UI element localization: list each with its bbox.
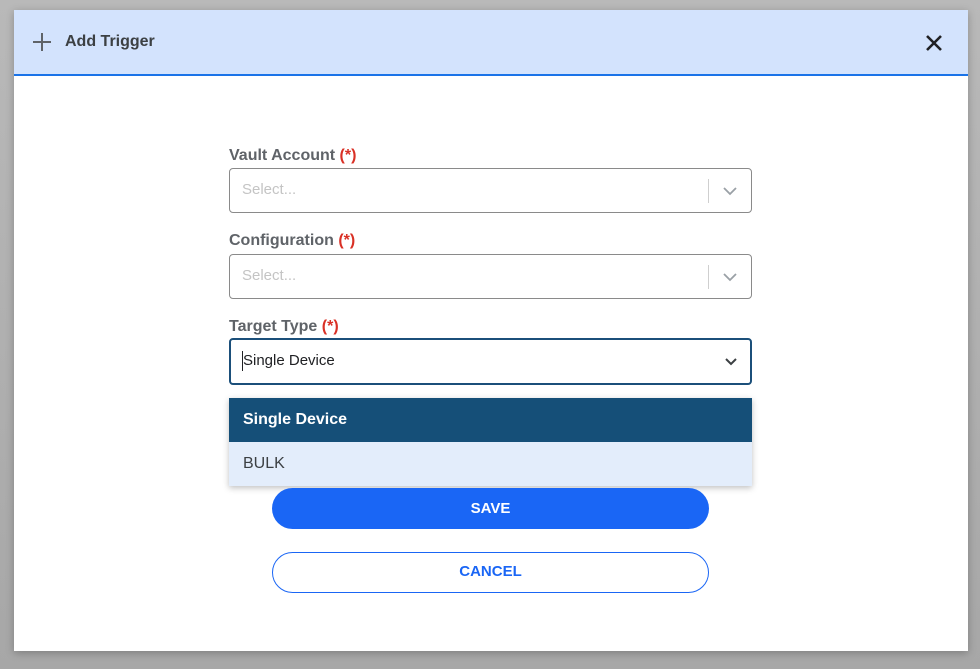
target-type-value: Single Device xyxy=(243,352,335,369)
option-bulk[interactable]: BULK xyxy=(229,442,752,486)
vault-account-select[interactable]: Select... xyxy=(229,168,752,213)
vault-account-placeholder: Select... xyxy=(242,181,297,198)
chevron-down-icon[interactable] xyxy=(722,184,738,198)
configuration-label: Configuration (*) xyxy=(229,232,355,250)
save-button[interactable]: SAVE xyxy=(272,488,709,529)
cancel-button[interactable]: CANCEL xyxy=(272,552,709,593)
option-single-device[interactable]: Single Device xyxy=(229,398,752,442)
target-type-label: Target Type (*) xyxy=(229,318,339,336)
required-mark: (*) xyxy=(321,318,339,335)
required-mark: (*) xyxy=(339,147,357,164)
chevron-down-icon[interactable] xyxy=(722,270,738,284)
dialog-header: Add Trigger xyxy=(14,10,968,76)
add-trigger-dialog: Add Trigger Vault Account (*) Select... … xyxy=(14,10,968,651)
dialog-title: Add Trigger xyxy=(65,33,155,50)
target-type-dropdown: Single Device BULK xyxy=(229,398,752,486)
select-divider xyxy=(708,265,709,289)
close-icon[interactable] xyxy=(925,34,943,52)
vault-account-label: Vault Account (*) xyxy=(229,147,356,165)
configuration-placeholder: Select... xyxy=(242,267,297,284)
select-divider xyxy=(708,179,709,203)
required-mark: (*) xyxy=(338,232,356,249)
target-type-label-text: Target Type xyxy=(229,318,318,335)
plus-icon xyxy=(33,33,51,51)
chevron-down-icon[interactable] xyxy=(724,356,738,368)
target-type-select[interactable]: Single Device xyxy=(229,338,752,385)
configuration-label-text: Configuration xyxy=(229,232,334,249)
configuration-select[interactable]: Select... xyxy=(229,254,752,299)
vault-account-label-text: Vault Account xyxy=(229,147,336,164)
